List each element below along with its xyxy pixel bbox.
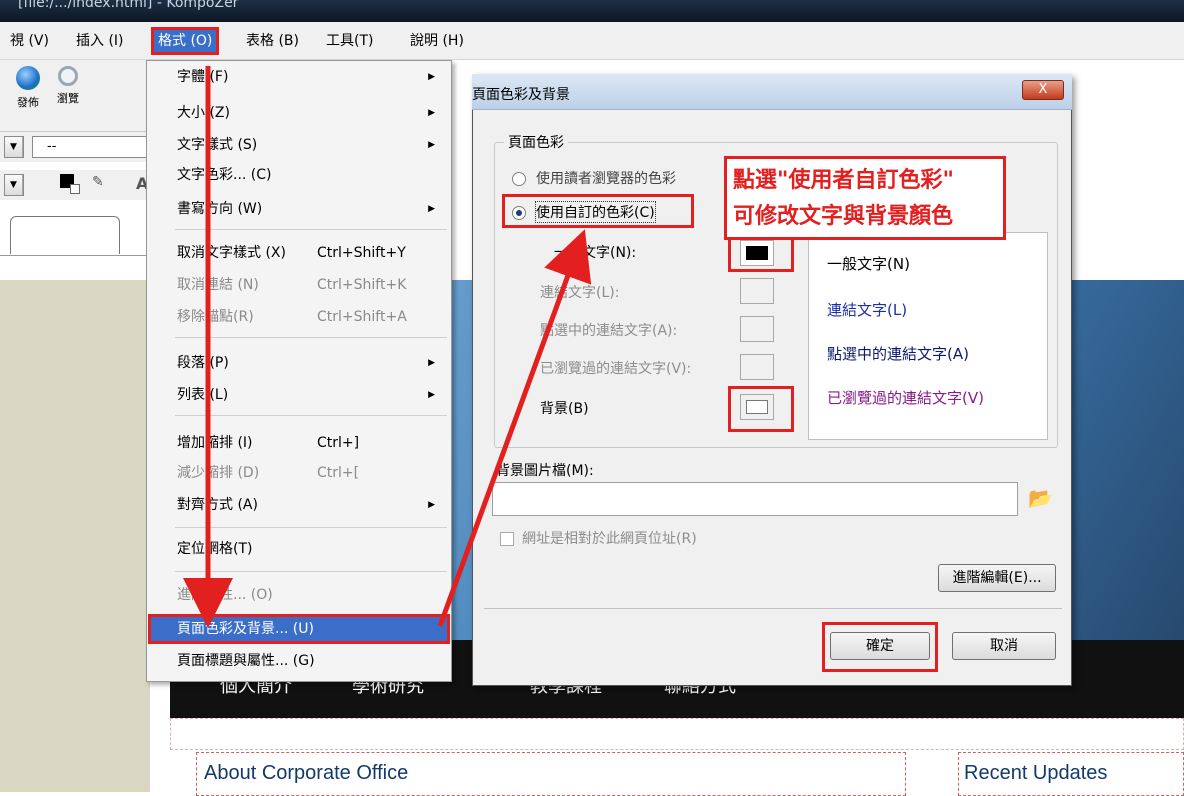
background-color-icon[interactable] [70,184,80,194]
bg-image-input[interactable] [492,482,1018,516]
menu-item-remove-link: 取消連結 (N) Ctrl+Shift+K [177,277,407,293]
font-combo[interactable]: -- [32,136,150,158]
instruction-callout: 點選"使用者自訂色彩" 可修改文字與背景顏色 [724,156,1006,240]
callout-line-2: 可修改文字與背景顏色 [733,204,954,229]
folder-open-icon[interactable]: 📂 [1028,486,1053,510]
relative-url-checkbox [500,532,514,546]
menu-item-positioning-grid[interactable]: 定位網格(T) [177,537,447,561]
dialog-divider [484,608,1062,609]
menu-item-writing-direction[interactable]: 書寫方向 (W) ▶ [177,197,447,221]
visited-link-label: 已瀏覽過的連結文字(V): [540,361,692,377]
menu-item-paragraph[interactable]: 段落 (P) ▶ [177,351,447,375]
menu-item-size[interactable]: 大小 (Z) ▶ [177,101,447,125]
menu-separator [175,229,447,230]
publish-button[interactable]: 發佈 [10,66,46,110]
menu-bar: 視 (V) 插入 (I) 格式 (O) 表格 (B) 工具(T) 說明 (H) [0,22,1184,60]
menu-item-page-title-properties[interactable]: 頁面標題與屬性... (G) [177,649,447,673]
radio-reader-colors[interactable] [512,172,526,186]
submenu-arrow-icon: ▶ [428,108,435,118]
pencil-icon[interactable]: ✎ [92,174,104,190]
submenu-arrow-icon: ▶ [428,390,435,400]
page-spacer [170,718,1184,750]
menu-item-list[interactable]: 列表 (L) ▶ [177,383,447,407]
menu-item-advanced-properties: 進階屬性... (O) [177,587,273,603]
link-text-label: 連結文字(L): [540,285,620,301]
paragraph-format-dropdown[interactable]: ▼ [4,136,24,158]
menu-insert[interactable]: 插入 (I) [72,30,128,52]
preview-normal-text: 一般文字(N) [827,255,910,273]
bg-image-label: 背景圖片檔(M): [496,463,594,479]
close-icon: X [1038,82,1048,97]
normal-text-label: 一般文字(N): [554,242,637,262]
submenu-arrow-icon: ▶ [428,72,435,82]
highlight-background-swatch [728,386,794,432]
menu-item-increase-indent[interactable]: 增加縮排 (I) Ctrl+] [177,431,447,455]
window-title: [file:/.../index.html] - KompoZer [18,0,239,11]
menu-separator [175,571,447,572]
relative-url-label: 網址是相對於此網頁位址(R) [522,531,697,547]
group-label: 頁面色彩 [504,132,568,152]
color-preview-panel: 一般文字(N) 連結文字(L) 點選中的連結文字(A) 已瀏覽過的連結文字(V) [808,232,1048,440]
browse-label: 瀏覽 [57,92,79,105]
magnifier-icon [58,66,78,86]
preview-active-link: 點選中的連結文字(A) [827,345,969,363]
menu-format[interactable]: 格式 (O) [150,27,220,55]
menu-help[interactable]: 說明 (H) [406,30,468,52]
menu-separator [175,337,447,338]
format-menu: 字體 (F) ▶ 大小 (Z) ▶ 文字樣式 (S) ▶ 文字色彩... (C) 書寫… [146,60,452,682]
main-toolbar: 發佈 瀏覽 [0,60,160,132]
menu-item-page-colors-background[interactable]: 頁面色彩及背景... (U) [148,614,450,644]
menu-table[interactable]: 表格 (B) [242,30,303,52]
radio-reader-label[interactable]: 使用讀者瀏覽器的色彩 [536,168,676,188]
color-toolbar: ▼ ✎ A [0,170,160,200]
window-title-bar: [file:/.../index.html] - KompoZer [0,0,1184,22]
highlight-custom-radio [502,194,694,228]
menu-item-remove-text-style[interactable]: 取消文字樣式 (X) Ctrl+Shift+Y [177,241,447,265]
format-toolbar: ▼ -- [0,132,160,162]
menu-item-text-style[interactable]: 文字樣式 (S) ▶ [177,133,447,157]
about-heading: About Corporate Office [204,762,409,784]
globe-icon [16,66,40,90]
active-link-color-swatch [740,316,774,342]
browse-button[interactable]: 瀏覽 [50,66,86,106]
menu-separator [175,527,447,528]
document-tab[interactable] [10,216,120,254]
menu-item-decrease-indent: 減少縮排 (D) Ctrl+[ [177,465,360,481]
active-link-label: 點選中的連結文字(A): [540,323,678,339]
submenu-arrow-icon: ▶ [428,500,435,510]
publish-label: 發佈 [17,96,39,109]
submenu-arrow-icon: ▶ [428,204,435,214]
menu-separator [175,415,447,416]
menu-item-text-color[interactable]: 文字色彩... (C) [177,163,447,187]
background-label: 背景(B) [540,401,589,417]
menu-item-remove-anchor: 移除錨點(R) Ctrl+Shift+A [177,309,407,325]
left-sidebar-panel [0,280,150,792]
menu-item-font[interactable]: 字體 (F) ▶ [177,65,447,89]
dialog-title-bar: 頁面色彩及背景 [472,74,1072,110]
style-dropdown[interactable]: ▼ [4,174,24,196]
dialog-title: 頁面色彩及背景 [472,87,570,103]
highlight-ok-button [822,622,938,672]
preview-visited-link: 已瀏覽過的連結文字(V) [827,389,984,407]
menu-view[interactable]: 視 (V) [6,30,53,52]
menu-tools[interactable]: 工具(T) [322,30,377,52]
advanced-edit-button[interactable]: 進階編輯(E)... [938,564,1056,592]
preview-link-text: 連結文字(L) [827,301,908,319]
submenu-arrow-icon: ▶ [428,358,435,368]
menu-item-align[interactable]: 對齊方式 (A) ▶ [177,493,447,517]
visited-link-color-swatch [740,354,774,380]
close-button[interactable]: X [1022,80,1064,100]
chevron-down-icon: ▼ [5,137,23,157]
updates-heading: Recent Updates [964,762,1108,784]
font-combo-value: -- [47,139,57,154]
chevron-down-icon: ▼ [5,175,23,195]
link-text-color-swatch [740,278,774,304]
cancel-button[interactable]: 取消 [952,632,1056,660]
callout-line-1: 點選"使用者自訂色彩" [733,168,954,193]
submenu-arrow-icon: ▶ [428,140,435,150]
